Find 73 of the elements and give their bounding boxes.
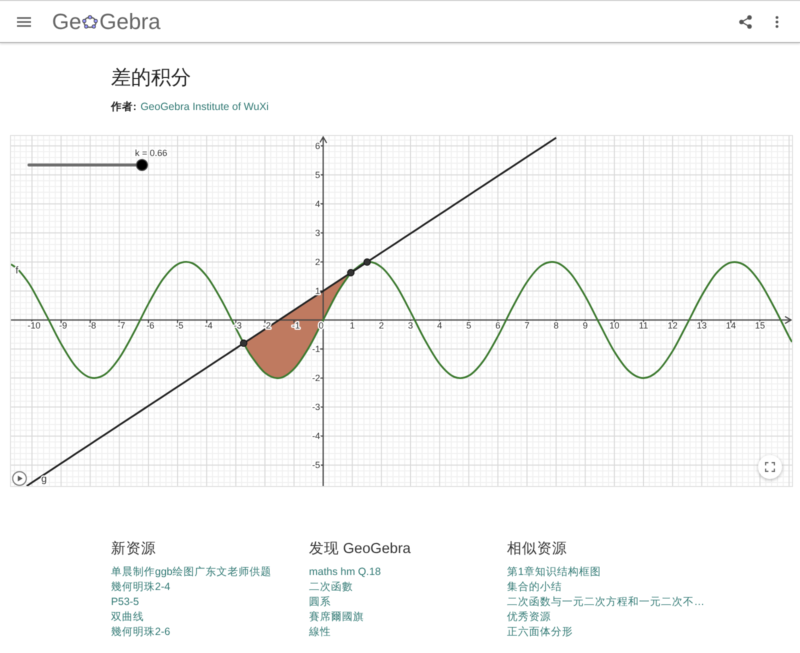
- resource-link[interactable]: maths hm Q.18: [309, 565, 381, 580]
- tick-label: -3: [312, 402, 320, 412]
- play-icon: [12, 471, 27, 486]
- tick-label: 14: [726, 320, 736, 330]
- share-icon: [738, 14, 752, 28]
- tick-label: 15: [754, 320, 765, 330]
- play-button[interactable]: [12, 471, 27, 486]
- tick-label: -9: [59, 320, 68, 330]
- resource-link[interactable]: 第1章知识结构框图: [507, 565, 601, 580]
- tick-label: 5: [315, 170, 320, 180]
- tick-label: -4: [312, 431, 320, 442]
- tick-label: 12: [668, 320, 678, 330]
- resource-link[interactable]: 双曲线: [111, 610, 144, 625]
- slider-label: k = 0.66: [135, 148, 168, 158]
- resource-link[interactable]: 二次函数与一元二次方程和一元二次不…: [507, 595, 704, 610]
- fullscreen-icon: [765, 462, 775, 472]
- tick-label: 1: [315, 286, 320, 296]
- tick-label: -4: [204, 320, 213, 330]
- resource-link[interactable]: 賽席爾國旗: [309, 610, 364, 625]
- resource-link[interactable]: 幾何明珠2-4: [111, 580, 170, 595]
- tick-label: 6: [495, 320, 500, 330]
- tick-label: -2: [312, 373, 320, 384]
- tick-label: 2: [378, 320, 384, 330]
- tick-label: -7: [117, 320, 126, 330]
- logo-text: Ge: [52, 8, 82, 34]
- tick-label: -1: [292, 320, 300, 330]
- logo-icon: [82, 14, 98, 28]
- tick-label: -1: [312, 344, 320, 354]
- tick-label: 4: [315, 198, 320, 209]
- resource-link[interactable]: 幾何明珠2-6: [111, 625, 170, 640]
- author-label: 作者:: [111, 100, 136, 115]
- tick-label: 11: [638, 320, 648, 330]
- tick-label: 9: [582, 320, 588, 330]
- curve-label: g: [41, 474, 47, 485]
- resource-link[interactable]: 線性: [309, 625, 331, 640]
- graph-curve[interactable]: [26, 136, 557, 486]
- tick-label: 1: [350, 320, 355, 330]
- tick-label: 3: [315, 228, 320, 238]
- resource-link[interactable]: P53-5: [111, 595, 140, 610]
- resource-link[interactable]: 二次函數: [309, 580, 353, 595]
- tick-label: 13: [696, 320, 707, 330]
- tick-label: -5: [176, 320, 184, 330]
- section-heading: 相似资源: [507, 540, 568, 559]
- author-link[interactable]: GeoGebra Institute of WuXi: [140, 99, 269, 115]
- intersection-point[interactable]: [240, 340, 248, 347]
- tick-label: 2: [315, 256, 320, 267]
- resource-link[interactable]: 集合的小结: [507, 580, 562, 595]
- resource-link[interactable]: 正六面体分形: [507, 625, 573, 640]
- tick-label: -6: [146, 320, 154, 330]
- menu-icon: [17, 16, 31, 26]
- tick-label: 5: [466, 320, 472, 330]
- tick-label: 4: [437, 320, 442, 330]
- tick-label: 6: [315, 140, 320, 151]
- slider-thumb[interactable]: [136, 159, 148, 171]
- more-icon: [775, 16, 779, 28]
- tick-label: -8: [88, 320, 96, 330]
- logo-text: Gebra: [99, 8, 161, 34]
- resource-link[interactable]: 单晨制作ggb绘图广东文老师供题: [111, 565, 272, 580]
- fullscreen-button[interactable]: [758, 455, 782, 479]
- slider-track[interactable]: [28, 159, 148, 171]
- section-heading: 新资源: [111, 540, 157, 559]
- tick-label: 10: [609, 320, 620, 330]
- resource-link[interactable]: 优秀资源: [507, 610, 551, 625]
- tick-label: 7: [524, 320, 530, 330]
- tick-label: 3: [408, 320, 414, 330]
- section-heading: 发现 GeoGebra: [309, 540, 412, 559]
- page-title: 差的积分: [111, 66, 192, 91]
- intersection-point[interactable]: [363, 258, 371, 266]
- tick-label: -10: [27, 320, 40, 330]
- tick-label: -5: [312, 460, 320, 470]
- resource-link[interactable]: 圓系: [309, 595, 331, 610]
- tick-label: 8: [554, 320, 559, 330]
- intersection-point[interactable]: [347, 269, 355, 276]
